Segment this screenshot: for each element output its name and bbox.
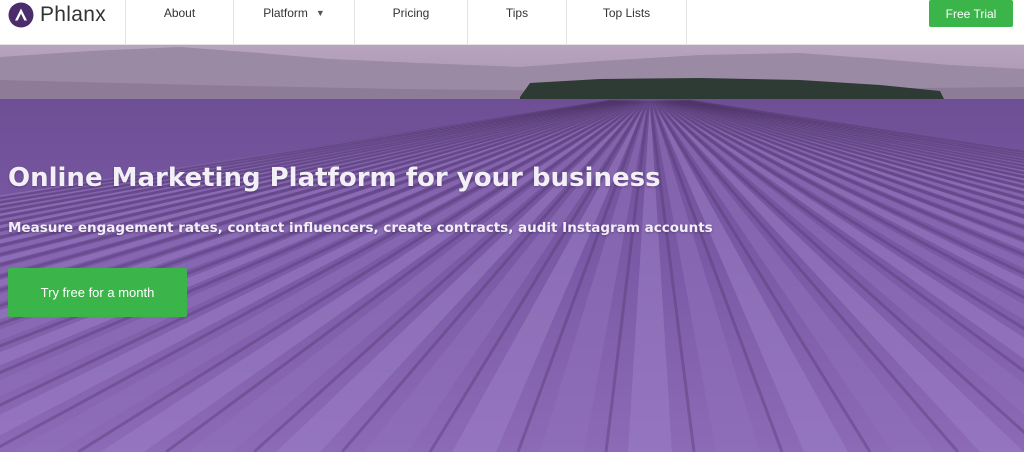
nav-item-label: Pricing xyxy=(392,6,430,20)
nav-item-label: Platform xyxy=(263,6,308,20)
caret-down-icon: ▼ xyxy=(315,8,325,18)
top-navigation-bar: Phlanx About Platform ▼ Pricing Tips Top… xyxy=(0,0,1024,45)
try-free-button[interactable]: Try free for a month xyxy=(8,268,187,317)
hero-section: Online Marketing Platform for your busin… xyxy=(0,45,1024,452)
hero-subheadline: Measure engagement rates, contact influe… xyxy=(8,220,713,236)
nav-item-platform[interactable]: Platform ▼ xyxy=(233,0,354,45)
nav-item-label: Tips xyxy=(505,6,529,20)
nav-item-top-lists[interactable]: Top Lists xyxy=(566,0,687,45)
lavender-field-photo xyxy=(0,45,1024,452)
brand-logo[interactable]: Phlanx xyxy=(8,2,106,28)
brand-name: Phlanx xyxy=(40,3,107,26)
nav-item-pricing[interactable]: Pricing xyxy=(354,0,467,45)
nav-item-tips[interactable]: Tips xyxy=(467,0,566,45)
nav-item-about[interactable]: About xyxy=(125,0,233,45)
hero-headline: Online Marketing Platform for your busin… xyxy=(8,163,661,193)
phlanx-logo-icon xyxy=(8,2,34,28)
nav-item-label: Top Lists xyxy=(602,6,651,20)
main-nav: About Platform ▼ Pricing Tips Top Lists xyxy=(125,0,687,45)
free-trial-button[interactable]: Free Trial xyxy=(929,0,1013,27)
nav-item-label: About xyxy=(163,6,196,20)
